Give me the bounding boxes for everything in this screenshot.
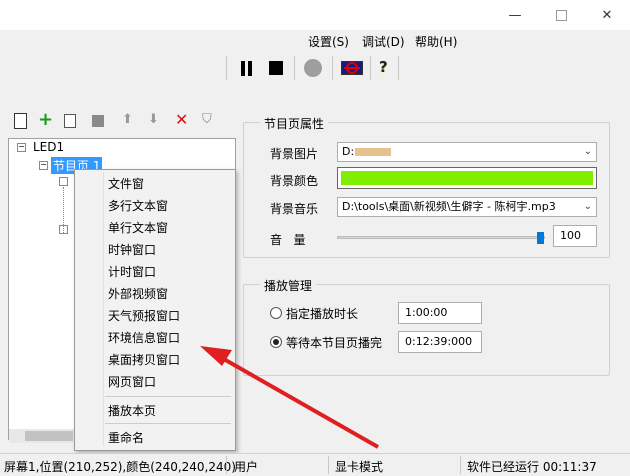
status-runtime: 软件已经运行 00:11:37 (467, 460, 597, 474)
status-separator (328, 456, 329, 474)
status-separator (460, 456, 461, 474)
status-mode: 显卡模式 (335, 460, 384, 474)
status-separator (226, 456, 227, 474)
status-user: 用户 (234, 460, 259, 474)
arrow-shaft (221, 356, 379, 449)
status-position: 屏幕1,位置(210,252),颜色(240,240,240) (4, 460, 236, 474)
status-bar: 屏幕1,位置(210,252),颜色(240,240,240) 用户 显卡模式 … (0, 453, 630, 476)
annotation-arrow (200, 346, 379, 449)
